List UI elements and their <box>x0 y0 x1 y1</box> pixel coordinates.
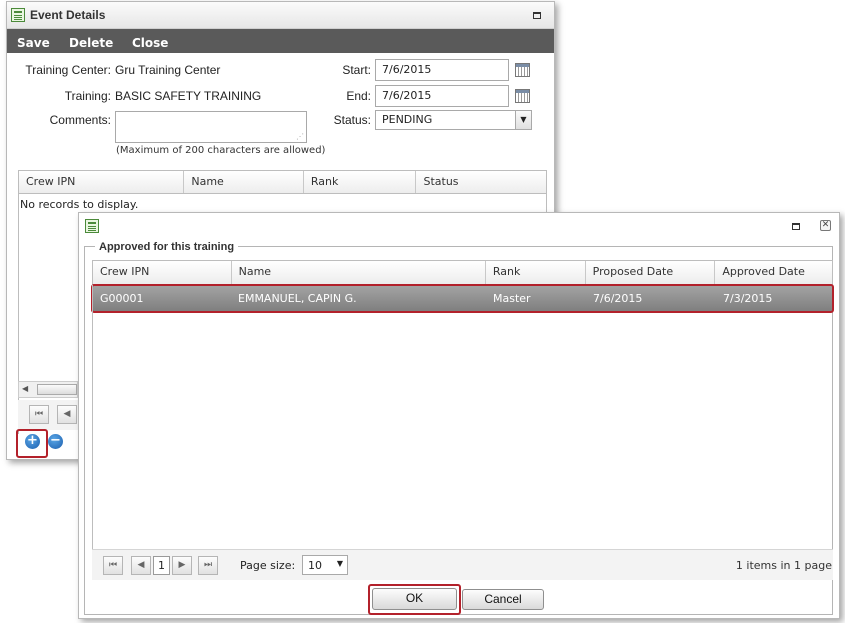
chevron-down-icon[interactable]: ▼ <box>515 111 531 129</box>
scroll-left-icon[interactable]: ◀ <box>22 384 28 393</box>
comments-label: Comments: <box>49 113 111 127</box>
scroll-thumb[interactable] <box>37 384 77 395</box>
approved-pager: ⏮ ◀ 1 ▶ ⏭ Page size: 10 ▼ 1 items in 1 p… <box>92 549 833 580</box>
column-rank[interactable]: Rank <box>304 171 417 193</box>
training-value: BASIC SAFETY TRAINING <box>115 89 262 103</box>
column-name[interactable]: Name <box>232 261 486 284</box>
training-center-value: Gru Training Center <box>115 63 221 77</box>
end-date-input[interactable]: 7/6/2015 <box>375 85 509 107</box>
window-icon <box>85 219 99 233</box>
grid-empty-text: No records to display. <box>20 198 139 211</box>
comments-textarea[interactable] <box>115 111 307 143</box>
cancel-button[interactable]: Cancel <box>462 589 544 610</box>
column-approved-date[interactable]: Approved Date <box>715 261 832 284</box>
crew-grid-header: Crew IPN Name Rank Status <box>18 170 547 194</box>
column-name[interactable]: Name <box>184 171 304 193</box>
approved-grid-body <box>92 285 833 549</box>
end-label: End: <box>346 89 371 103</box>
prev-page-icon[interactable]: ◀ <box>57 405 77 424</box>
end-calendar-icon[interactable] <box>515 89 530 103</box>
column-status[interactable]: Status <box>416 171 546 193</box>
status-select-value: PENDING <box>382 113 433 126</box>
close-icon[interactable]: ✕ <box>820 220 831 231</box>
start-date-input[interactable]: 7/6/2015 <box>375 59 509 81</box>
page-size-select[interactable]: 10 ▼ <box>302 555 348 575</box>
column-crew-ipn[interactable]: Crew IPN <box>93 261 232 284</box>
maximize-icon[interactable] <box>792 223 800 230</box>
comments-hint: (Maximum of 200 characters are allowed) <box>116 145 326 156</box>
resize-grip-icon: ⋰ <box>296 132 304 141</box>
window-icon <box>11 8 25 22</box>
approved-grid-header: Crew IPN Name Rank Proposed Date Approve… <box>92 260 833 285</box>
column-crew-ipn[interactable]: Crew IPN <box>19 171 185 193</box>
first-page-icon[interactable]: ⏮ <box>29 405 49 424</box>
first-page-icon[interactable]: ⏮ <box>103 556 123 575</box>
status-label: Status: <box>333 113 371 127</box>
status-select[interactable]: PENDING ▼ <box>375 110 532 130</box>
prev-page-icon[interactable]: ◀ <box>131 556 151 575</box>
page-size-value: 10 <box>308 559 322 572</box>
next-page-icon[interactable]: ▶ <box>172 556 192 575</box>
column-rank[interactable]: Rank <box>486 261 586 284</box>
start-label: Start: <box>342 63 371 77</box>
ok-button[interactable]: OK <box>372 588 457 610</box>
horizontal-scrollbar[interactable]: ◀ <box>18 381 78 398</box>
approved-titlebar: ✕ <box>79 213 839 239</box>
save-button[interactable]: Save <box>17 36 50 50</box>
window-title: Event Details <box>30 8 106 22</box>
event-toolbar: Save Delete Close <box>7 29 554 53</box>
last-page-icon[interactable]: ⏭ <box>198 556 218 575</box>
minus-circle-icon[interactable]: − <box>48 434 63 449</box>
event-pager: ⏮ ◀ <box>18 400 78 430</box>
page-size-label: Page size: <box>240 559 296 572</box>
page-number[interactable]: 1 <box>153 556 170 575</box>
start-calendar-icon[interactable] <box>515 63 530 77</box>
approved-window: ✕ Approved for this training Crew IPN Na… <box>78 212 840 619</box>
maximize-icon[interactable] <box>533 12 541 19</box>
chevron-down-icon[interactable]: ▼ <box>337 559 343 568</box>
close-button[interactable]: Close <box>132 36 168 50</box>
training-center-label: Training Center: <box>25 63 111 77</box>
delete-button[interactable]: Delete <box>69 36 113 50</box>
event-details-titlebar: Event Details <box>7 2 554 29</box>
fieldset-legend: Approved for this training <box>95 241 239 253</box>
plus-circle-icon[interactable]: + <box>25 434 40 449</box>
pager-summary: 1 items in 1 page <box>735 559 832 572</box>
column-proposed-date[interactable]: Proposed Date <box>586 261 716 284</box>
training-label: Training: <box>64 89 111 103</box>
